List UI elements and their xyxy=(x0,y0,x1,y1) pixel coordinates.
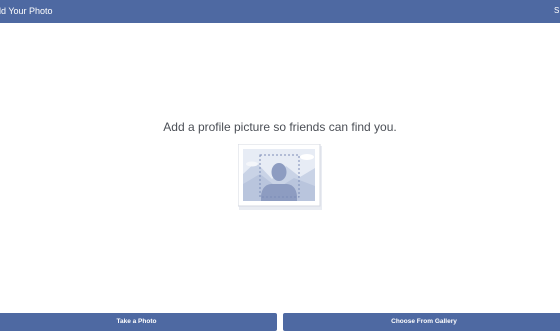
take-photo-button[interactable]: Take a Photo xyxy=(0,313,277,331)
profile-photo-placeholder-icon[interactable] xyxy=(237,143,322,210)
skip-button[interactable]: S xyxy=(554,5,559,17)
page-title: dd Your Photo xyxy=(0,6,53,16)
top-app-bar: dd Your Photo S xyxy=(0,0,560,23)
choose-from-gallery-button[interactable]: Choose From Gallery xyxy=(283,313,560,331)
profile-prompt: Add a profile picture so friends can fin… xyxy=(163,120,397,134)
